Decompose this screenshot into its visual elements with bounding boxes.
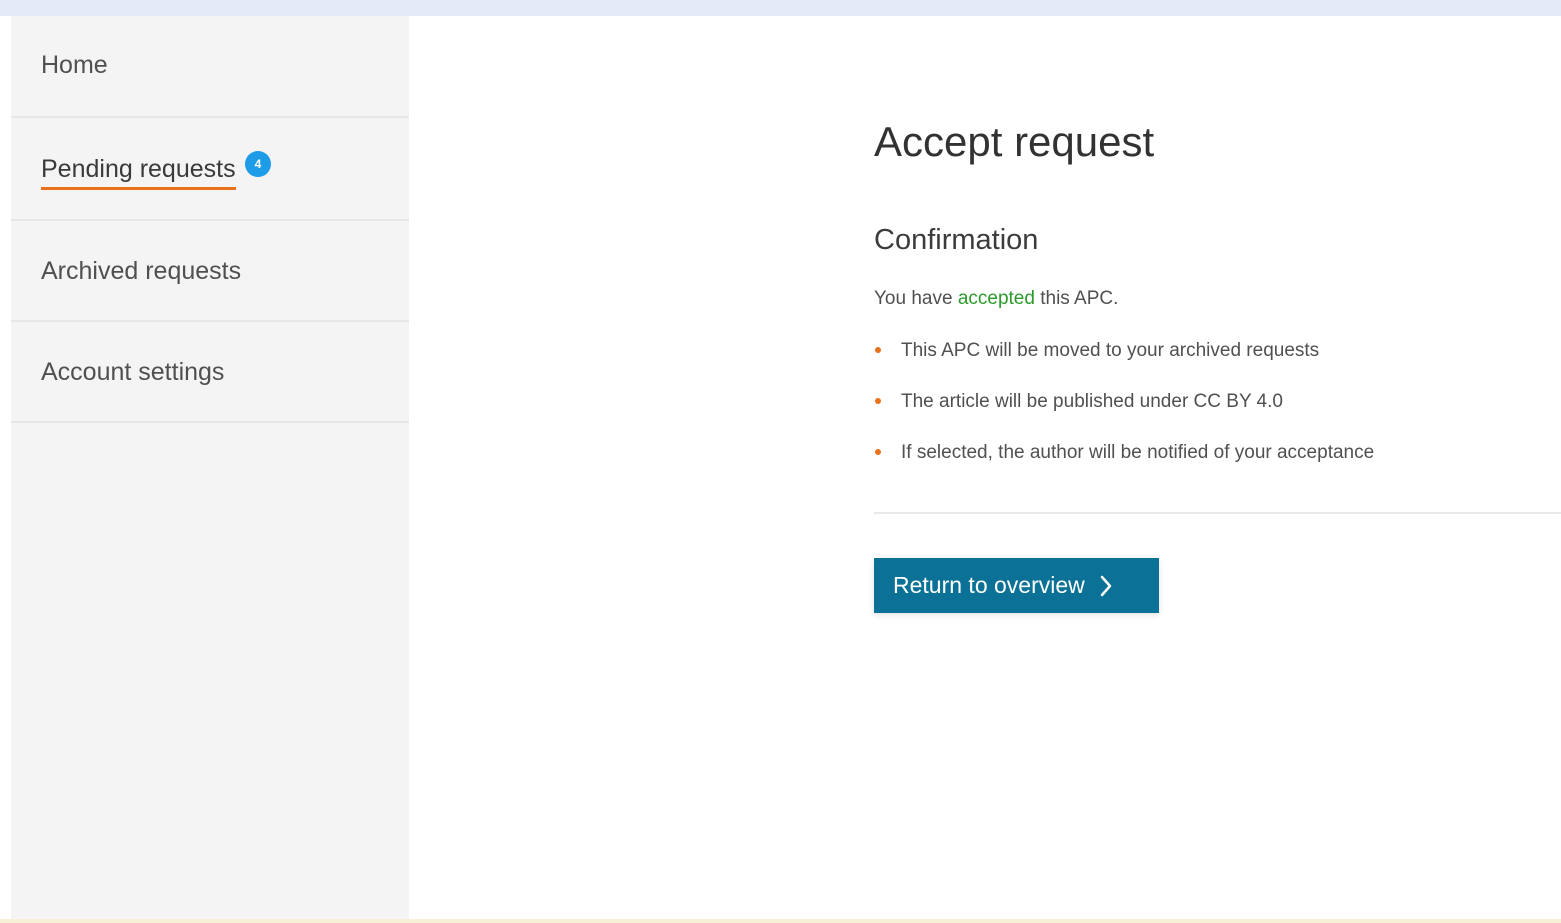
- list-item: This APC will be moved to your archived …: [874, 338, 1374, 389]
- bullet-icon: [875, 398, 881, 404]
- bottom-edge: [0, 919, 1561, 923]
- list-item-text: If selected, the author will be notified…: [901, 442, 1375, 463]
- pending-count-badge: 4: [245, 151, 271, 177]
- confirmation-details-list: This APC will be moved to your archived …: [874, 338, 1374, 491]
- message-suffix: this APC.: [1034, 288, 1119, 309]
- page-title: Accept request: [874, 118, 1155, 165]
- chevron-right-icon: [1099, 574, 1113, 598]
- list-item-text: This APC will be moved to your archived …: [901, 340, 1320, 361]
- list-item: The article will be published under CC B…: [874, 389, 1374, 440]
- sidebar-item-label: Archived requests: [41, 257, 242, 285]
- list-item-text: The article will be published under CC B…: [901, 391, 1283, 412]
- list-item: If selected, the author will be notified…: [874, 440, 1374, 491]
- section-divider: [874, 512, 1561, 514]
- message-prefix: You have: [874, 288, 958, 309]
- sidebar-item-label: Pending requests: [41, 155, 236, 190]
- sidebar-item-label: Home: [41, 51, 108, 79]
- sidebar: Home Pending requests 4 Archived request…: [11, 16, 409, 919]
- bullet-icon: [875, 449, 881, 455]
- bullet-icon: [875, 347, 881, 353]
- top-bar: [0, 0, 1561, 16]
- section-title: Confirmation: [874, 224, 1039, 256]
- sidebar-item-pending-requests[interactable]: Pending requests 4: [11, 118, 409, 221]
- sidebar-item-account-settings[interactable]: Account settings: [11, 322, 409, 423]
- accepted-status-text: accepted: [957, 288, 1035, 309]
- return-button-label: Return to overview: [893, 572, 1085, 598]
- sidebar-item-home[interactable]: Home: [11, 16, 409, 118]
- sidebar-item-label: Account settings: [41, 358, 225, 386]
- left-gutter: [0, 16, 11, 923]
- confirmation-message: You have accepted this APC.: [874, 288, 1118, 310]
- return-to-overview-button[interactable]: Return to overview: [874, 558, 1159, 613]
- sidebar-item-archived-requests[interactable]: Archived requests: [11, 221, 409, 322]
- main-content: Accept request Confirmation You have acc…: [409, 16, 1561, 919]
